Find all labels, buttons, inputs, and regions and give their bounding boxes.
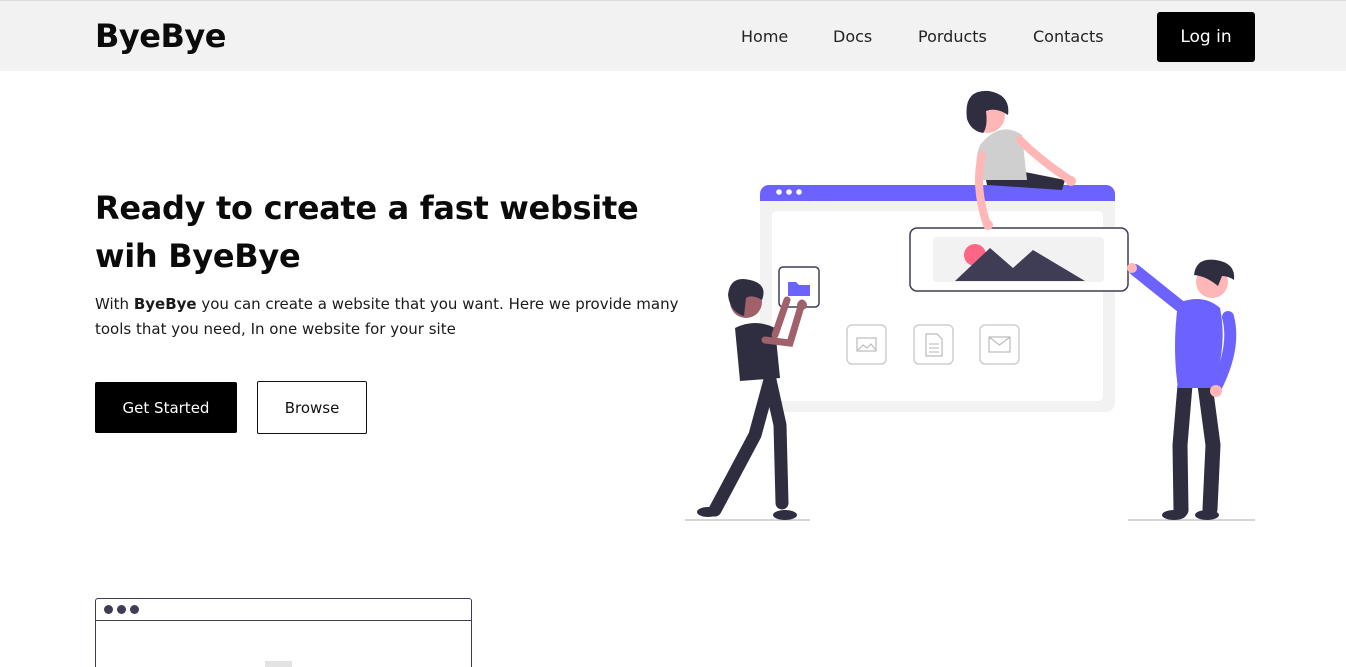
nav-home[interactable]: Home (741, 27, 788, 46)
person-right-graphic (1127, 259, 1237, 520)
window-dot (104, 605, 113, 614)
hero-desc-prefix: With (95, 295, 134, 313)
browser-mockup-titlebar (96, 599, 471, 621)
hero-illustration (685, 90, 1255, 521)
nav-docs[interactable]: Docs (833, 27, 872, 46)
mockup-placeholder (265, 661, 292, 667)
window-dot (130, 605, 139, 614)
window-dot (117, 605, 126, 614)
image-card-graphic (909, 227, 1129, 292)
get-started-button[interactable]: Get Started (95, 382, 237, 433)
site-logo[interactable]: ByeBye (95, 17, 226, 55)
browse-button[interactable]: Browse (257, 381, 367, 434)
image-icon (846, 324, 887, 365)
hero-desc-brand: ByeBye (133, 295, 197, 313)
document-icon (913, 324, 954, 365)
hero-description: With ByeBye you can create a website tha… (95, 292, 695, 342)
hero-title: Ready to create a fast website wih ByeBy… (95, 189, 639, 275)
mail-icon (979, 324, 1020, 365)
login-button[interactable]: Log in (1157, 12, 1255, 62)
nav-products[interactable]: Porducts (918, 27, 987, 46)
top-navbar: ByeBye Home Docs Porducts Contacts Log i… (0, 0, 1346, 71)
browser-mockup-card (95, 598, 472, 667)
nav-contacts[interactable]: Contacts (1033, 27, 1104, 46)
